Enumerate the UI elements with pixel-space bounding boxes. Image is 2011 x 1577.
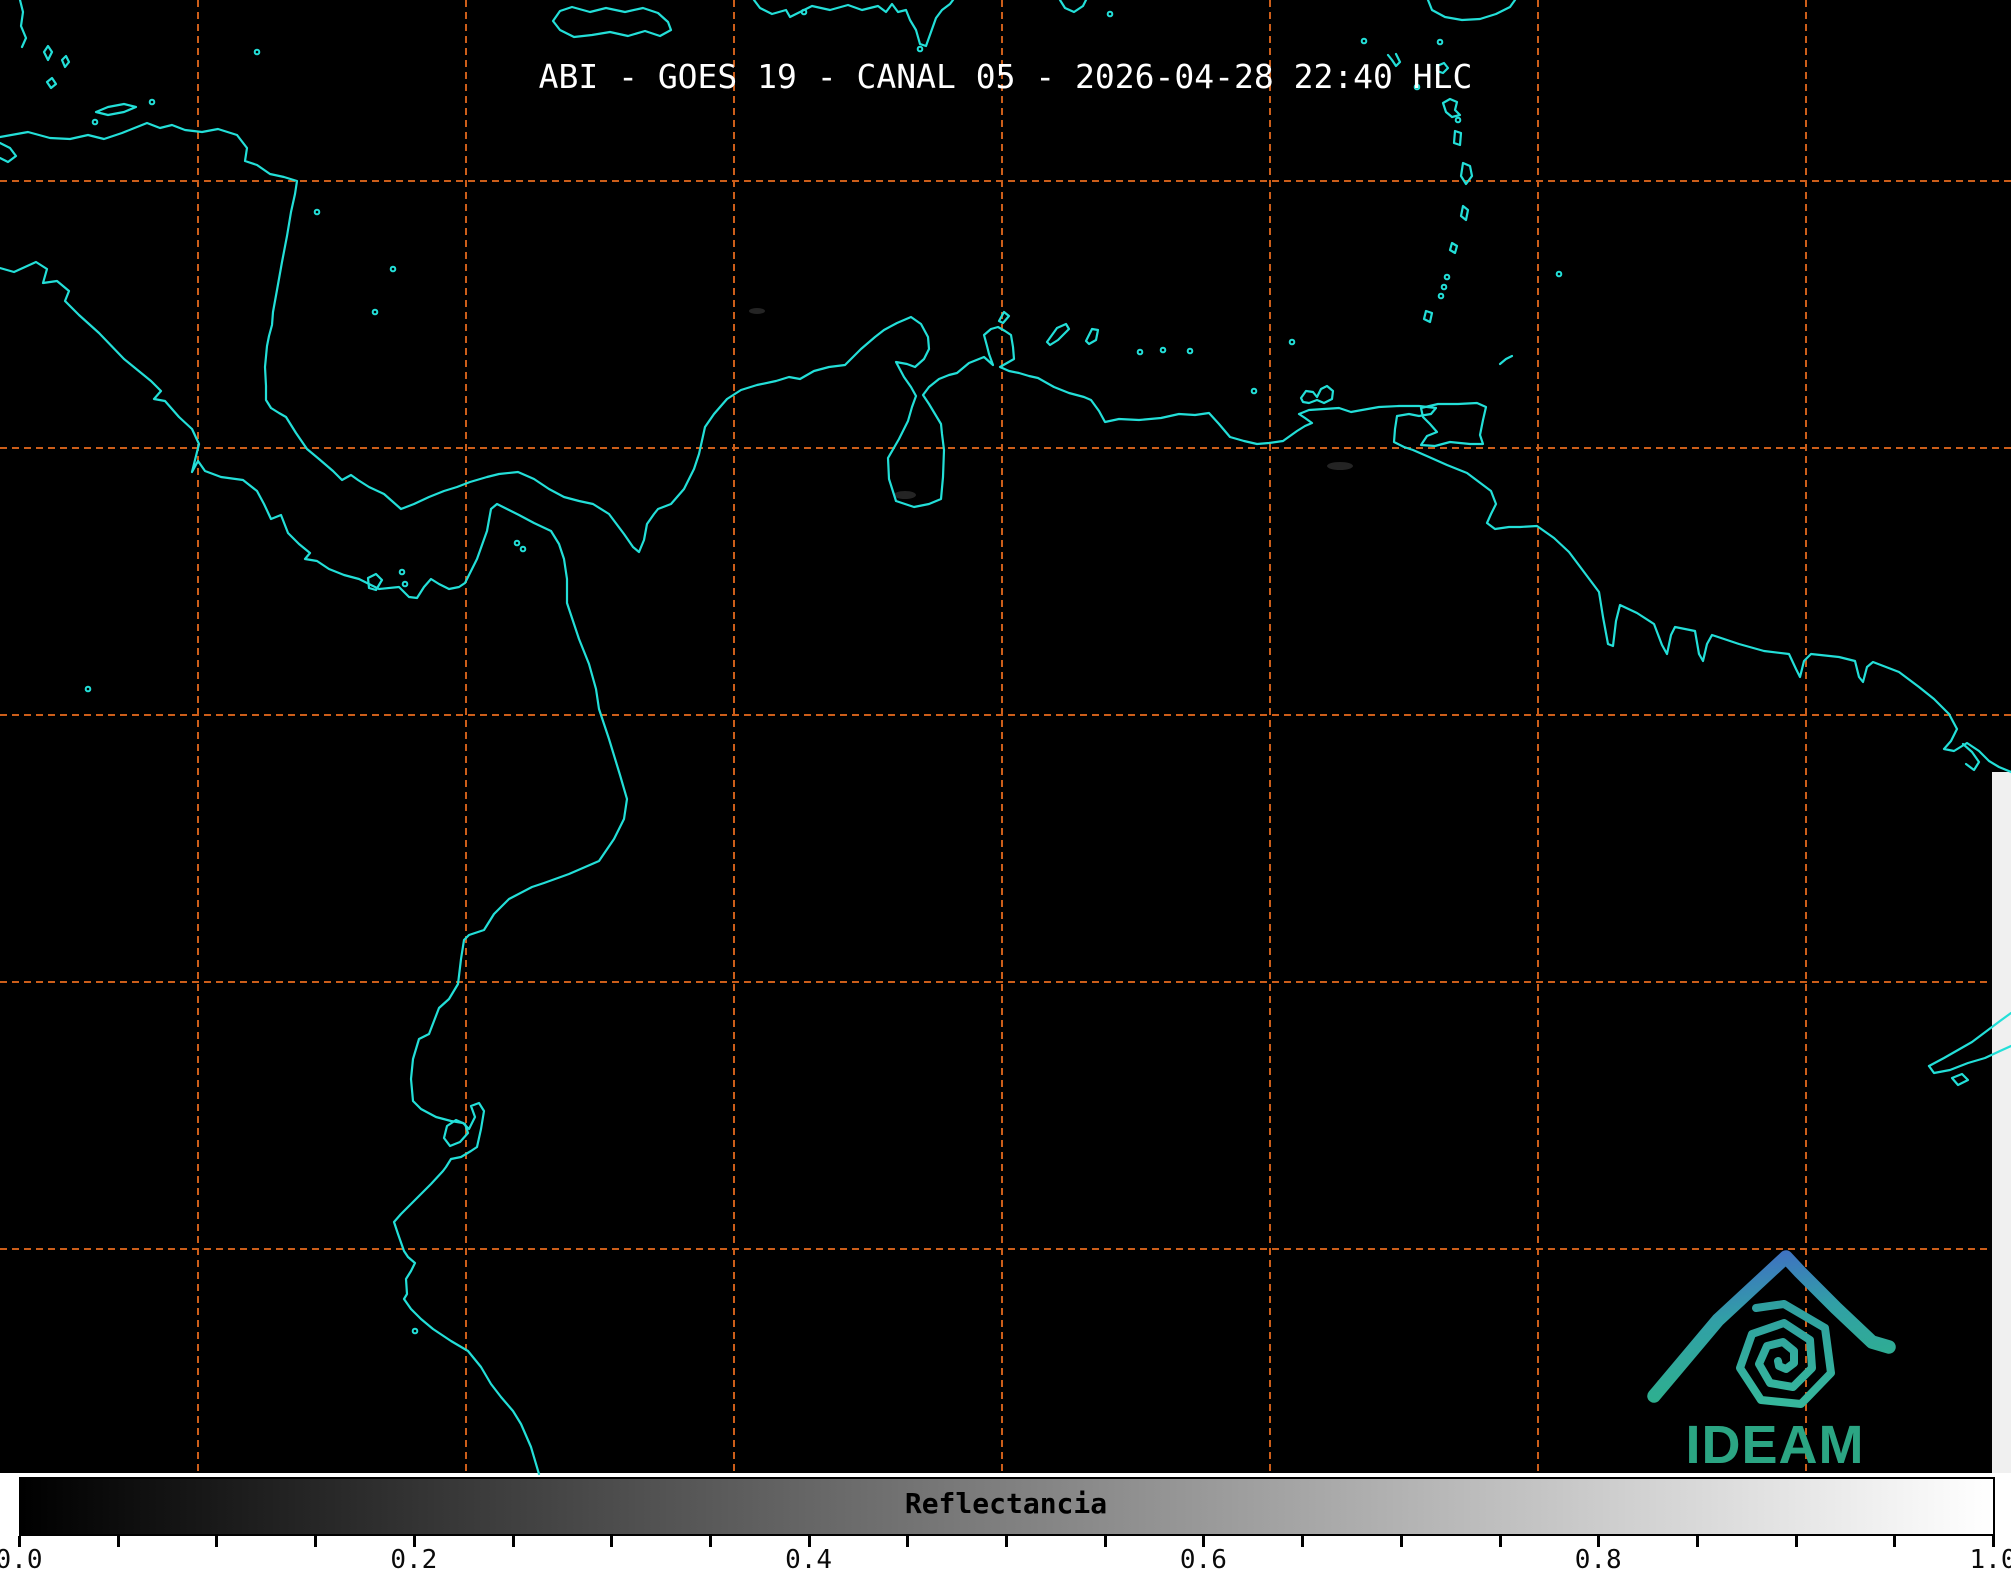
- islet-barbados: [1557, 272, 1562, 277]
- island-roatan: [96, 104, 136, 115]
- islet-orchila: [1188, 349, 1193, 354]
- islet-san-andres: [373, 310, 378, 315]
- island-bonaire: [1086, 329, 1098, 344]
- colorbar-tick-label: 0.2: [390, 1545, 437, 1575]
- islet-pearl-1: [515, 541, 520, 546]
- faint-cloud: [749, 308, 765, 314]
- faint-cloud: [894, 491, 916, 499]
- colorbar-minor-tick: [1400, 1536, 1403, 1547]
- coast-amatique-fragment: [0, 143, 16, 162]
- logo-text: IDEAM: [1684, 1418, 1866, 1472]
- island-st-vincent: [1450, 243, 1457, 253]
- island-amazon-islet: [1952, 1074, 1968, 1085]
- colorbar-minor-tick: [709, 1536, 712, 1547]
- island-st-lucia: [1461, 206, 1468, 220]
- faint-cloud: [1327, 462, 1353, 470]
- graticule-grid: [0, 0, 2011, 1473]
- colorbar-tick-label: 0.8: [1575, 1545, 1622, 1575]
- colorbar-minor-tick: [1499, 1536, 1502, 1547]
- islet-providencia: [391, 267, 396, 272]
- islet-alto-velo: [918, 47, 923, 52]
- colorbar-minor-tick: [314, 1536, 317, 1547]
- coast-belize-fragment: [20, 0, 26, 47]
- islet-lobos-de-tierra: [413, 1329, 418, 1334]
- colorbar-minor-tick: [512, 1536, 515, 1547]
- colorbar-minor-tick: [215, 1536, 218, 1547]
- colorbar-minor-tick: [1104, 1536, 1107, 1547]
- islet-los-roques-2: [1161, 348, 1166, 353]
- coast-cayenne-hook: [1963, 744, 1979, 770]
- island-margarita: [1301, 386, 1333, 403]
- nodata-strip: [1992, 772, 2011, 1473]
- colorbar-minor-tick: [1696, 1536, 1699, 1547]
- island-grenada: [1424, 311, 1432, 322]
- nodata-strip-layer: [1992, 772, 2011, 1473]
- coast-hispaniola-south: [754, 0, 953, 46]
- islet-coiba-east-1: [400, 570, 405, 575]
- colorbar-tick-label: 0.0: [0, 1545, 42, 1575]
- islet-saba: [1362, 39, 1367, 44]
- islet-barbuda: [1438, 40, 1443, 45]
- island-tobago: [1500, 356, 1512, 364]
- colorbar-minor-tick: [1795, 1536, 1798, 1547]
- coast-puerto-rico-south: [1428, 0, 1515, 20]
- islet-cocos: [86, 687, 91, 692]
- colorbar-minor-tick: [1893, 1536, 1896, 1547]
- map-canvas: [0, 0, 2011, 1577]
- colorbar-minor-tick: [610, 1536, 613, 1547]
- islet-los-roques-1: [1138, 350, 1143, 355]
- island-curacao: [1047, 324, 1069, 345]
- colorbar-tick-label: 1.0: [1970, 1545, 2011, 1575]
- islet-guanaja: [150, 100, 155, 105]
- coast-hispaniola-east: [1060, 0, 1086, 12]
- islet-utila: [93, 120, 98, 125]
- islet-pearl-2: [521, 547, 526, 552]
- island-guadeloupe: [1443, 99, 1460, 117]
- islet-marie-galante: [1456, 118, 1461, 123]
- islet-grenadines-3: [1439, 294, 1444, 299]
- islet-tortuga: [1252, 389, 1257, 394]
- islet-cayos-miskitos: [315, 210, 320, 215]
- islet-grenadines-1: [1445, 275, 1450, 280]
- logo-hurricane-spiral-icon: [1740, 1304, 1831, 1404]
- colorbar-tick-label: 0.6: [1180, 1545, 1227, 1575]
- coast-pacific-mainland: [0, 262, 627, 1474]
- colorbar-minor-tick: [906, 1536, 909, 1547]
- satellite-image-viewport: ABI - GOES 19 - CANAL 05 - 2026-04-28 22…: [0, 0, 2011, 1577]
- colorbar-label: Reflectancia: [19, 1487, 1993, 1520]
- island-puna: [444, 1120, 468, 1146]
- island-trinidad: [1421, 403, 1486, 446]
- islet-ile-a-vache: [802, 10, 807, 15]
- colorbar-minor-tick: [117, 1536, 120, 1547]
- islet-coiba-east-2: [403, 582, 408, 587]
- colorbar-minor-tick: [1005, 1536, 1008, 1547]
- island-aruba: [999, 312, 1009, 323]
- island-dominica: [1454, 131, 1461, 145]
- islet-swan: [255, 50, 260, 55]
- islet-blanquilla: [1290, 340, 1295, 345]
- colorbar-minor-tick: [1301, 1536, 1304, 1547]
- islet-grenadines-2: [1442, 285, 1447, 290]
- image-title: ABI - GOES 19 - CANAL 05 - 2026-04-28 22…: [0, 57, 2011, 96]
- coastline-layer: [0, 0, 2011, 1474]
- island-jamaica: [553, 7, 671, 37]
- islet-mona: [1108, 12, 1113, 17]
- ideam-logo-icon: [1654, 1257, 1889, 1404]
- colorbar-tick-label: 0.4: [785, 1545, 832, 1575]
